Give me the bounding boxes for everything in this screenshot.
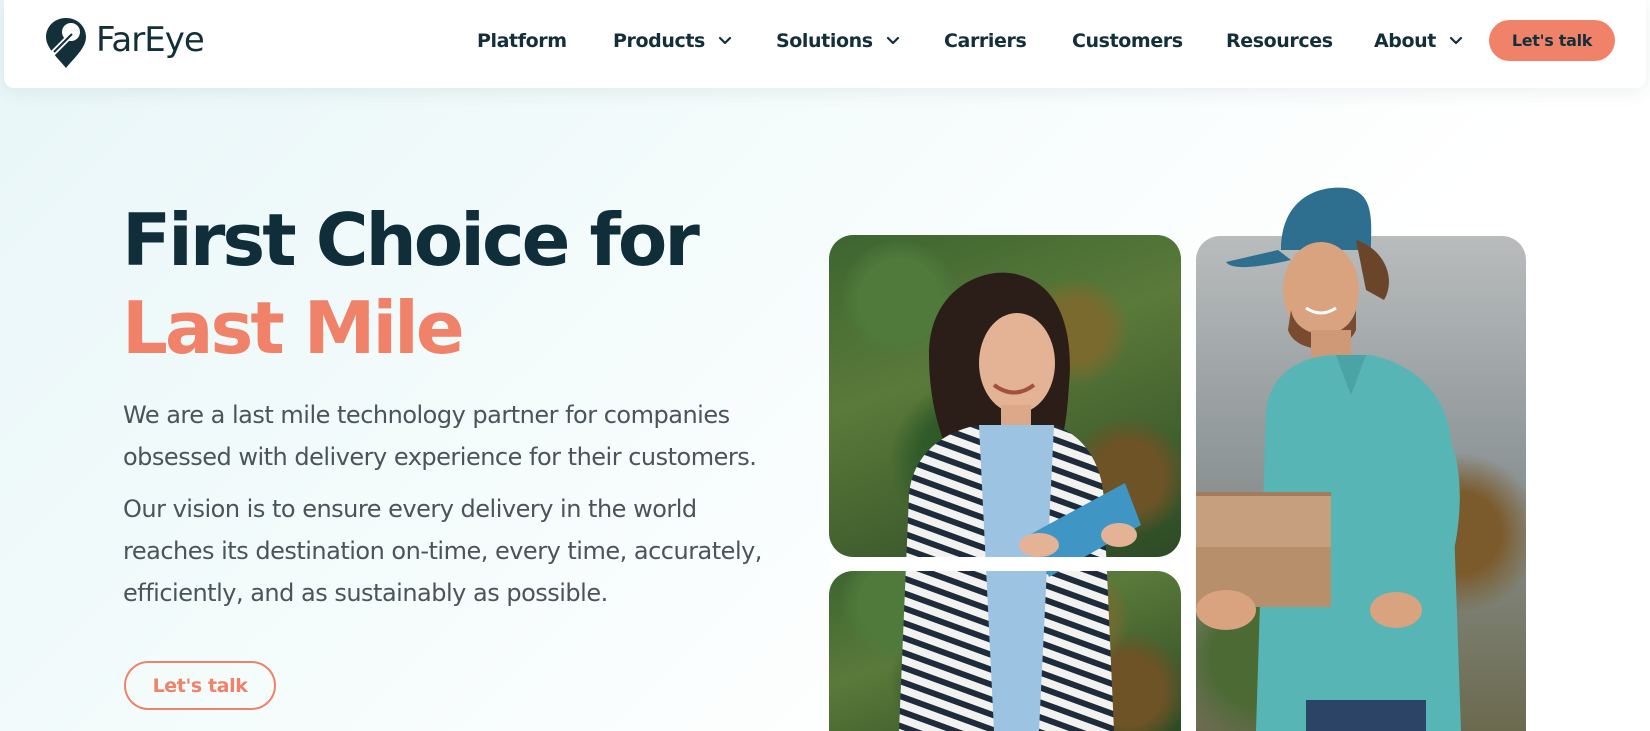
hero-photo-tile-bottom <box>829 571 1181 731</box>
hero-title-accent: Last Mile <box>122 286 465 370</box>
chevron-down-icon <box>1449 36 1463 45</box>
nav-item-label: About <box>1374 30 1436 52</box>
lets-talk-hero-button[interactable]: Let's talk <box>124 661 276 710</box>
nav-item-carriers[interactable]: Carriers <box>944 26 1027 56</box>
hero-photo-tile-right <box>1196 236 1526 731</box>
site-header: FarEye Platform Products Solutions Carri… <box>4 0 1646 88</box>
nav-item-resources[interactable]: Resources <box>1226 26 1333 56</box>
hero-title-line1: First Choice for <box>122 198 700 282</box>
nav-item-products[interactable]: Products <box>613 26 733 56</box>
nav-item-about[interactable]: About <box>1374 26 1464 56</box>
main-nav: Platform Products Solutions Carriers Cus… <box>4 0 1646 80</box>
nav-item-customers[interactable]: Customers <box>1072 26 1183 56</box>
nav-item-label: Solutions <box>776 30 873 52</box>
nav-item-label: Customers <box>1072 30 1183 52</box>
hero-photo-tile-top <box>829 235 1181 557</box>
nav-item-label: Resources <box>1226 30 1333 52</box>
nav-item-label: Products <box>613 30 705 52</box>
hero-intro-paragraph: We are a last mile technology partner fo… <box>123 401 757 471</box>
hero-vision-paragraph: Our vision is to ensure every delivery i… <box>123 495 762 607</box>
nav-item-platform[interactable]: Platform <box>477 26 567 56</box>
lets-talk-header-button[interactable]: Let's talk <box>1489 20 1615 61</box>
nav-item-solutions[interactable]: Solutions <box>776 26 901 56</box>
nav-item-label: Platform <box>477 30 567 52</box>
chevron-down-icon <box>886 36 899 45</box>
hero-title: First Choice for Last Mile <box>122 196 700 372</box>
collage-divider <box>829 557 1181 571</box>
nav-item-label: Carriers <box>944 30 1027 52</box>
chevron-down-icon <box>718 36 732 45</box>
